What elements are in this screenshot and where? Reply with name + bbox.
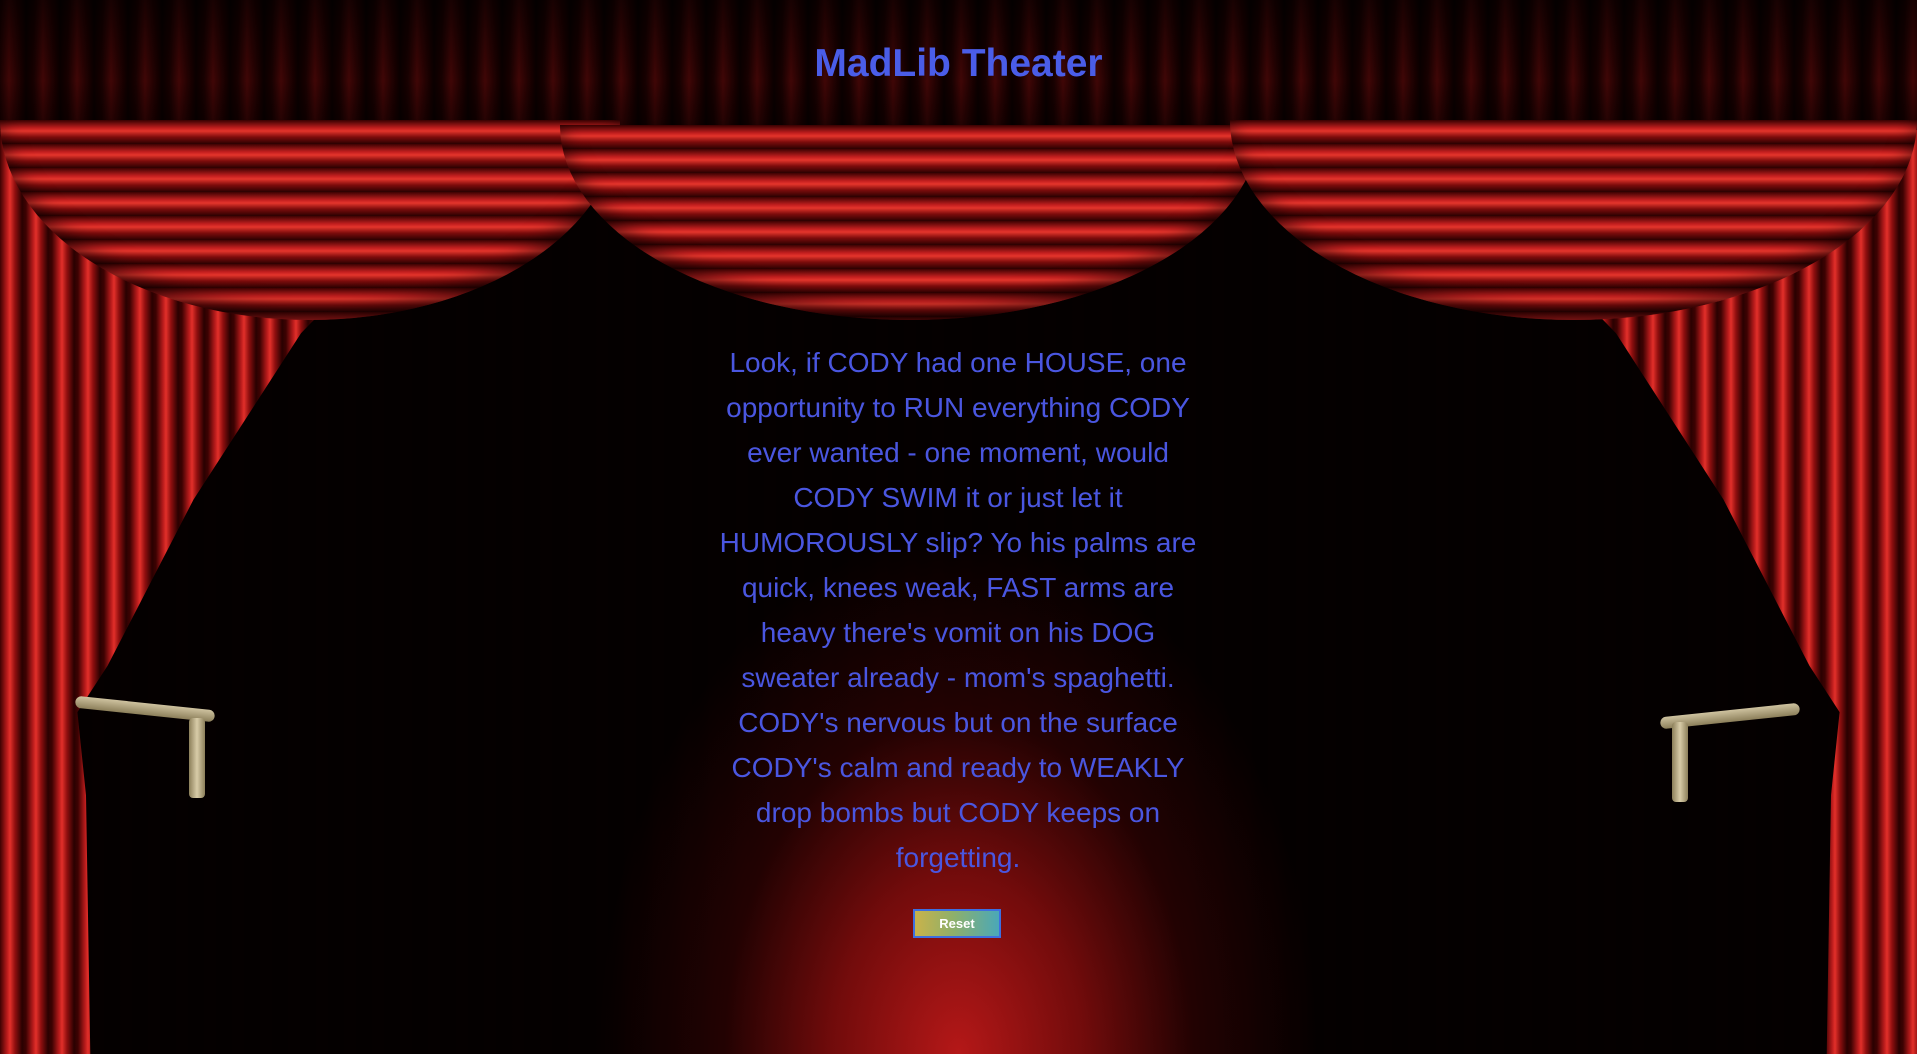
madlib-story-text: Look, if CODY had one HOUSE, one opportu… bbox=[719, 347, 1197, 873]
right-tassel bbox=[1672, 722, 1688, 802]
theater-stage: MadLib Theater Look, if CODY had one HOU… bbox=[0, 0, 1917, 1054]
reset-button[interactable]: Reset bbox=[913, 909, 1001, 938]
page-title: MadLib Theater bbox=[814, 42, 1103, 85]
left-tassel bbox=[189, 718, 205, 798]
